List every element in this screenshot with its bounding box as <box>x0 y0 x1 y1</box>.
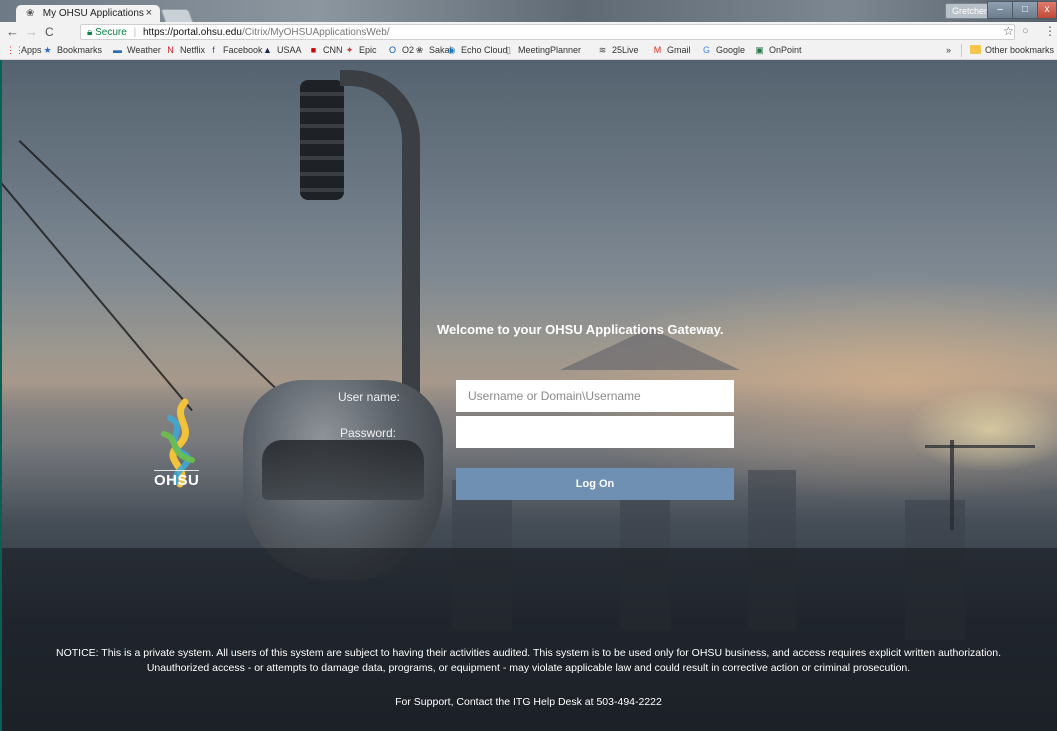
sakai-icon: ❀ <box>415 45 424 55</box>
bookmark-meetingplanner[interactable]: ▯ MeetingPlanner <box>503 45 581 56</box>
bookmark-usaa[interactable]: ▲ USAA <box>262 45 302 56</box>
bookmark-google[interactable]: G Google <box>701 45 745 56</box>
other-bookmarks[interactable]: Other bookmarks <box>970 45 1054 56</box>
tram-cable <box>18 140 279 392</box>
page-icon: ▯ <box>506 45 511 55</box>
bookmark-epic[interactable]: ✦ Epic <box>344 45 377 56</box>
usaa-icon: ▲ <box>263 45 272 55</box>
close-window-button[interactable]: x <box>1037 1 1057 19</box>
bookmark-facebook[interactable]: f Facebook <box>208 45 263 56</box>
bookmark-label: Netflix <box>180 45 206 55</box>
apps-grid-icon: ⋮⋮ <box>6 45 24 55</box>
ohsu-favicon-icon: ❀ <box>26 8 35 19</box>
reload-icon[interactable]: C <box>45 25 54 39</box>
lock-icon: 🔒︎ <box>87 27 93 38</box>
welcome-heading: Welcome to your OHSU Applications Gatewa… <box>437 322 724 337</box>
browser-titlebar: ❀ My OHSU Applications × Gretchen – □ x <box>0 0 1057 23</box>
support-text: For Support, Contact the ITG Help Desk a… <box>395 696 662 708</box>
bookmark-label: Epic <box>359 45 377 55</box>
bookmark-cnn[interactable]: ■ CNN <box>308 45 343 56</box>
bookmark-label: Google <box>716 45 746 55</box>
bookmark-25live[interactable]: ≋ 25Live <box>597 45 639 56</box>
bookmark-apps[interactable]: ⋮⋮Apps <box>6 45 42 56</box>
cnn-icon: ■ <box>310 45 317 55</box>
password-label: Password: <box>339 426 396 440</box>
forward-icon[interactable]: → <box>25 25 38 39</box>
url-host: https://portal.ohsu.edu <box>142 27 242 38</box>
google-icon: G <box>702 45 710 55</box>
username-input[interactable] <box>456 380 734 412</box>
bookmarks-divider <box>961 44 962 57</box>
folder-icon <box>970 45 981 54</box>
address-separator: | <box>133 27 137 38</box>
bookmark-onpoint[interactable]: ▣ OnPoint <box>754 45 802 56</box>
log-on-button[interactable]: Log On <box>456 468 734 500</box>
tram-arm <box>340 70 420 400</box>
username-label: User name: <box>337 390 400 404</box>
echo-icon: ◉ <box>447 45 456 55</box>
tab-title: My OHSU Applications <box>42 8 144 19</box>
background-crane-arm <box>925 445 1035 448</box>
bookmark-weather[interactable]: ▬ Weather <box>112 45 161 56</box>
tram-window <box>262 440 424 500</box>
bookmark-label: Apps <box>21 45 42 55</box>
bookmark-echo-cloud[interactable]: ◉ Echo Cloud <box>446 45 508 56</box>
epic-icon: ✦ <box>345 45 354 55</box>
bookmark-bookmarks[interactable]: ★ Bookmarks <box>42 45 102 56</box>
other-bookmarks-label: Other bookmarks <box>985 45 1055 55</box>
tab-close-icon[interactable]: × <box>146 7 152 19</box>
facebook-icon: f <box>212 45 215 55</box>
bookmark-label: Echo Cloud <box>461 45 508 55</box>
bookmark-netflix[interactable]: N Netflix <box>165 45 205 56</box>
bookmark-label: CNN <box>323 45 343 55</box>
new-tab-button[interactable] <box>160 9 194 23</box>
minimize-button[interactable]: – <box>987 1 1013 19</box>
bookmark-label: Facebook <box>223 45 263 55</box>
toolbar: ← → C 🔒︎ Secure | https://portal.ohsu.ed… <box>0 22 1057 42</box>
bookmarks-bar: » Other bookmarks ⋮⋮Apps ★ Bookmarks ▬ Weath… <box>0 42 1057 60</box>
bookmark-label: MeetingPlanner <box>518 45 582 55</box>
weather-icon: ▬ <box>113 45 122 55</box>
onpoint-icon: ▣ <box>755 45 764 55</box>
ohsu-logo-text: OHSU <box>154 470 200 489</box>
bookmark-label: O2 <box>402 45 415 55</box>
address-bar[interactable]: 🔒︎ Secure | https://portal.ohsu.edu/Citr… <box>80 24 1015 40</box>
bookmarks-overflow-button[interactable]: » <box>946 45 951 56</box>
bookmark-label: 25Live <box>612 45 639 55</box>
background-crane <box>950 440 954 530</box>
notice-line-2: Unauthorized access - or attempts to dam… <box>146 662 911 674</box>
secure-label: Secure <box>95 27 127 38</box>
back-icon[interactable]: ← <box>6 25 19 39</box>
bookmark-o2[interactable]: O O2 <box>387 45 414 56</box>
outlook-icon: O <box>388 45 396 55</box>
star-icon: ★ <box>43 45 52 55</box>
bookmark-label: Weather <box>127 45 161 55</box>
bookmark-label: USAA <box>277 45 302 55</box>
login-page: OHSU Welcome to your OHSU Applications G… <box>0 60 1057 731</box>
browser-tab[interactable]: ❀ My OHSU Applications × <box>16 5 160 23</box>
bookmark-label: Gmail <box>667 45 691 55</box>
bookmark-label: Bookmarks <box>57 45 103 55</box>
maximize-button[interactable]: □ <box>1012 1 1038 19</box>
bookmark-gmail[interactable]: M Gmail <box>652 45 691 56</box>
tram-pulley <box>300 80 344 200</box>
bookmark-label: OnPoint <box>769 45 802 55</box>
url-path: /Citrix/MyOHSUApplicationsWeb/ <box>241 27 390 38</box>
gmail-icon: M <box>653 45 662 55</box>
netflix-icon: N <box>167 45 174 55</box>
left-edge-strip <box>0 60 2 731</box>
browser-menu-icon[interactable]: ⋮ <box>1044 24 1056 38</box>
25live-icon: ≋ <box>598 45 607 55</box>
notice-line-1: NOTICE: This is a private system. All us… <box>55 647 1001 659</box>
password-input[interactable] <box>456 416 734 448</box>
extension-icon[interactable]: ○ <box>1022 25 1029 37</box>
bookmark-star-icon[interactable]: ☆ <box>1003 24 1014 38</box>
notice-text: NOTICE: This is a private system. All us… <box>0 646 1057 676</box>
